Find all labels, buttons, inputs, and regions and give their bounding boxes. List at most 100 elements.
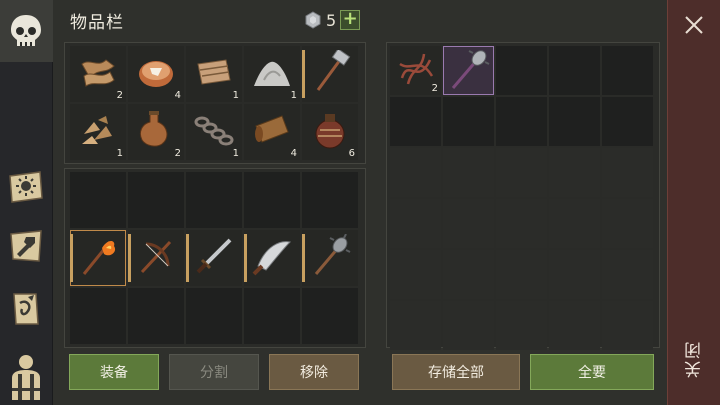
storage-slot[interactable]: [443, 199, 494, 248]
leather-roll-icon: [255, 115, 289, 143]
storage-slot[interactable]: [390, 148, 441, 197]
storage-slot[interactable]: [549, 250, 600, 299]
sun-book-icon[interactable]: [6, 166, 46, 206]
page-title: 物品栏: [70, 13, 124, 33]
inventory-slot[interactable]: [186, 230, 242, 286]
inventory-slot[interactable]: 1: [186, 104, 242, 160]
currency-count: 5: [326, 10, 337, 30]
item-quality-bar: [302, 50, 305, 98]
inventory-slot[interactable]: [186, 288, 242, 344]
inventory-slot[interactable]: [128, 288, 184, 344]
cloth-roll-icon: [197, 59, 231, 85]
storage-slot[interactable]: [602, 199, 653, 248]
inventory-slot[interactable]: [128, 172, 184, 228]
inventory-slot[interactable]: [70, 172, 126, 228]
take-all-button[interactable]: 全要: [530, 354, 654, 390]
chain-icon: [194, 116, 234, 146]
item-quality-bar: [302, 234, 305, 282]
storage-slot[interactable]: [549, 46, 600, 95]
inventory-slot[interactable]: [244, 288, 300, 344]
storage-slot[interactable]: 2: [390, 46, 441, 95]
sword-icon: [196, 238, 232, 274]
split-button[interactable]: 分割: [169, 354, 259, 390]
inventory-slot[interactable]: [302, 46, 358, 102]
inventory-slot[interactable]: 4: [244, 104, 300, 160]
close-button-label[interactable]: 关闭: [682, 340, 706, 378]
storage-grid: 2: [390, 46, 653, 350]
item-quality-bar: [70, 234, 73, 282]
storage-slot[interactable]: [443, 148, 494, 197]
storage-slot[interactable]: [602, 46, 653, 95]
equipment-grid: [70, 172, 358, 344]
curved-blade-icon: [252, 241, 292, 276]
inventory-slot[interactable]: [70, 288, 126, 344]
item-quality-bar: [186, 234, 189, 282]
inventory-slot-selected[interactable]: [70, 230, 126, 286]
spiked-mace-icon: [451, 50, 490, 89]
item-quality-bar: [128, 234, 131, 282]
inventory-slot[interactable]: 2: [128, 104, 184, 160]
remove-button[interactable]: 移除: [269, 354, 359, 390]
sledgehammer-icon: [316, 50, 351, 91]
storage-slot[interactable]: [496, 97, 547, 146]
coin-icon: [305, 11, 321, 29]
storage-slot[interactable]: [443, 97, 494, 146]
storage-slot[interactable]: [390, 301, 441, 350]
storage-slot[interactable]: [602, 301, 653, 350]
storage-slot[interactable]: [496, 199, 547, 248]
leather-scraps-icon: [81, 59, 115, 87]
storage-slot[interactable]: [443, 301, 494, 350]
crossbow-icon: [140, 240, 172, 274]
inventory-slot[interactable]: 1: [186, 46, 242, 102]
skull-icon: [11, 15, 41, 46]
inventory-slot[interactable]: 4: [128, 46, 184, 102]
storage-slot[interactable]: [390, 97, 441, 146]
close-panel[interactable]: 关闭: [667, 0, 720, 405]
inventory-slot[interactable]: [302, 172, 358, 228]
crafting-hammer-icon[interactable]: [6, 226, 46, 266]
storage-slot[interactable]: [549, 97, 600, 146]
tab-inventory[interactable]: [0, 0, 53, 62]
storage-slot[interactable]: [496, 46, 547, 95]
pie-icon: [139, 61, 173, 87]
spiked-mace-icon: [314, 234, 351, 275]
left-navigation: [0, 0, 53, 405]
storage-slot[interactable]: [602, 250, 653, 299]
inventory-slot[interactable]: 6: [302, 104, 358, 160]
inventory-slot[interactable]: [244, 230, 300, 286]
inventory-slot[interactable]: [302, 230, 358, 286]
inventory-slot[interactable]: [302, 288, 358, 344]
inventory-slot[interactable]: 1: [70, 104, 126, 160]
storage-slot[interactable]: [602, 148, 653, 197]
flame-torch-icon: [82, 241, 116, 275]
wood-chips-icon: [82, 116, 112, 144]
storage-slot[interactable]: [549, 199, 600, 248]
currency-display: 5 +: [304, 10, 361, 30]
storage-slot[interactable]: [496, 250, 547, 299]
inventory-slot[interactable]: [244, 172, 300, 228]
storage-slot[interactable]: [496, 301, 547, 350]
storage-slot[interactable]: [443, 250, 494, 299]
add-currency-button[interactable]: +: [340, 10, 361, 30]
storage-slot[interactable]: [496, 148, 547, 197]
inventory-slot[interactable]: [128, 230, 184, 286]
equip-button[interactable]: 装备: [69, 354, 159, 390]
storage-slot[interactable]: [390, 250, 441, 299]
storage-slot[interactable]: [390, 199, 441, 248]
powder-pile-icon: [254, 61, 290, 86]
storage-slot[interactable]: [602, 97, 653, 146]
storage-slot[interactable]: [549, 148, 600, 197]
item-quality-bar: [244, 234, 247, 282]
storage-slot[interactable]: [549, 301, 600, 350]
inventory-slot[interactable]: [186, 172, 242, 228]
resources-grid: 2 4 1 1 1 2 1 4 6: [70, 46, 358, 160]
inventory-slot[interactable]: 1: [244, 46, 300, 102]
close-icon[interactable]: [681, 12, 707, 38]
storage-slot-selected[interactable]: [443, 46, 494, 95]
inventory-slot[interactable]: 2: [70, 46, 126, 102]
quest-scroll-icon[interactable]: [6, 289, 46, 329]
flask-icon: [139, 111, 168, 147]
store-all-button[interactable]: 存储全部: [392, 354, 520, 390]
character-icon[interactable]: [6, 352, 46, 402]
bomb-pot-icon: [315, 114, 345, 149]
